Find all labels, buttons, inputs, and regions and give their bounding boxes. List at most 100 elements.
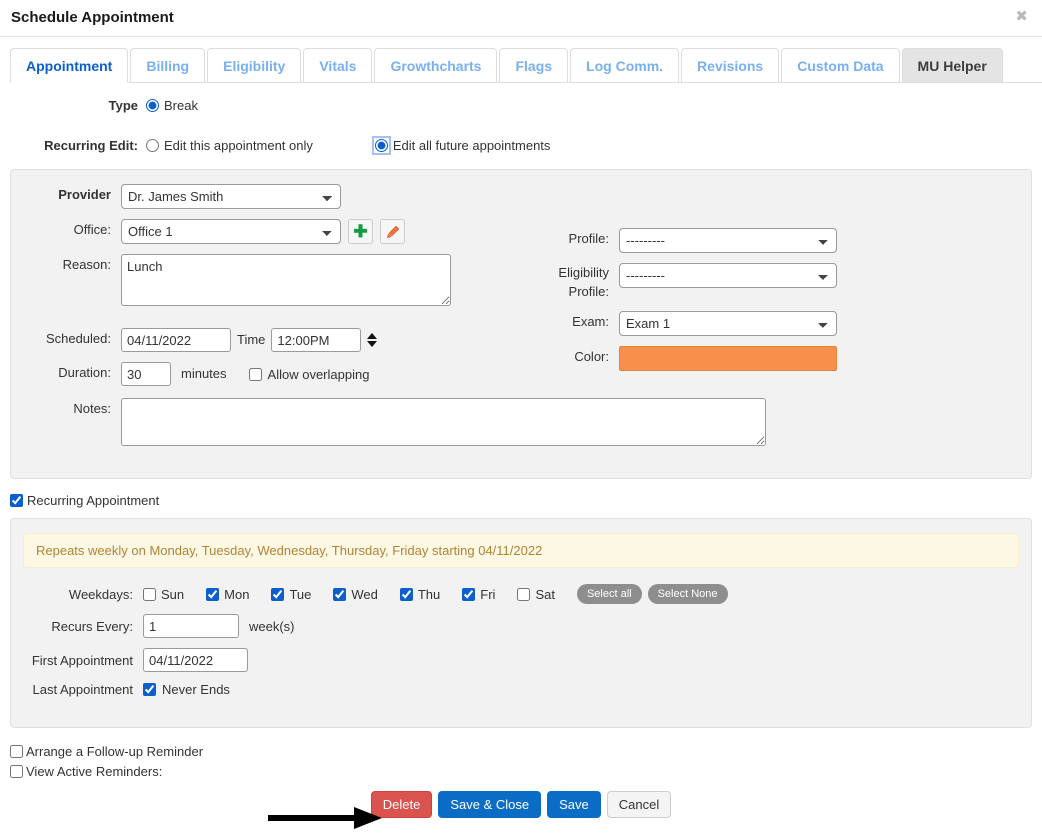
tab-mu-helper[interactable]: MU Helper — [901, 48, 1003, 83]
never-ends-label: Never Ends — [162, 682, 230, 697]
weekday-tue[interactable]: Tue — [271, 587, 311, 602]
never-ends-group[interactable]: Never Ends — [143, 682, 230, 697]
allow-overlapping-group[interactable]: Allow overlapping — [248, 362, 370, 386]
type-radio-break[interactable] — [146, 98, 159, 112]
notes-textarea[interactable] — [121, 398, 766, 446]
notes-row: Notes: — [11, 398, 1031, 446]
recurring-edit-radio-future[interactable] — [371, 135, 391, 155]
office-select[interactable]: Office 1 — [121, 219, 341, 244]
select-all-button[interactable]: Select all — [576, 584, 642, 604]
weekday-label-tue: Tue — [289, 586, 312, 602]
recurring-appointment-checkbox[interactable] — [10, 494, 23, 507]
view-active-reminders-checkbox[interactable] — [10, 765, 23, 778]
weekday-label-thu: Thu — [417, 586, 441, 602]
profile-select[interactable]: --------- — [619, 228, 837, 253]
recurring-edit-option-this[interactable]: Edit this appointment only — [146, 138, 313, 153]
exam-select[interactable]: Exam 1 — [619, 311, 837, 336]
weekday-checkbox-wed[interactable] — [333, 587, 347, 601]
weekday-checkbox-tue[interactable] — [271, 587, 285, 601]
close-icon[interactable]: ✖ — [1015, 9, 1028, 24]
arrange-followup-checkbox[interactable] — [10, 745, 23, 758]
profile-label: Profile: — [568, 231, 609, 246]
eligibility-profile-label: Eligibility Profile: — [511, 263, 619, 301]
recurs-every-input[interactable] — [143, 614, 239, 638]
time-input[interactable] — [271, 328, 362, 352]
type-option-label: Break — [164, 97, 198, 113]
weekday-checkbox-thu[interactable] — [399, 587, 413, 601]
tab-appointment[interactable]: Appointment — [10, 48, 129, 83]
arrange-followup-group[interactable]: Arrange a Follow-up Reminder — [10, 744, 1032, 759]
spinner-updown-icon[interactable] — [367, 328, 378, 352]
tab-custom-data[interactable]: Custom Data — [781, 48, 900, 83]
notes-label: Notes: — [73, 401, 111, 416]
tab-flags[interactable]: Flags — [499, 48, 569, 83]
recurring-appointment-group[interactable]: Recurring Appointment — [10, 493, 1032, 508]
weekday-thu[interactable]: Thu — [399, 586, 441, 602]
recurring-appointment-label: Recurring Appointment — [27, 493, 160, 508]
provider-select[interactable]: Dr. James Smith — [121, 184, 341, 209]
edit-office-button[interactable] — [380, 219, 405, 244]
weekday-label-wed: Wed — [351, 586, 378, 602]
weekday-mon[interactable]: Mon — [206, 587, 249, 602]
delete-button[interactable]: Delete — [370, 791, 433, 818]
appointment-right-column: Profile: --------- Eligibility Profile: … — [511, 228, 941, 381]
tab-revisions[interactable]: Revisions — [681, 48, 780, 83]
cancel-button[interactable]: Cancel — [606, 791, 672, 818]
scheduled-label: Scheduled: — [45, 331, 111, 346]
office-label: Office: — [73, 222, 111, 237]
dialog-button-bar: Delete Save & Close Save Cancel — [10, 791, 1032, 818]
first-appointment-input[interactable] — [143, 648, 248, 672]
scheduled-date-input[interactable] — [121, 328, 231, 352]
recurrence-summary-alert: Repeats weekly on Monday, Tuesday, Wedne… — [23, 533, 1019, 568]
save-and-close-button[interactable]: Save & Close — [438, 791, 542, 818]
arrange-followup-label: Arrange a Follow-up Reminder — [26, 744, 204, 759]
weekday-checkbox-sat[interactable] — [517, 587, 531, 601]
weekday-label-sun: Sun — [161, 586, 185, 602]
weekday-wed[interactable]: Wed — [333, 587, 378, 602]
profile-row: Profile: --------- — [511, 228, 941, 253]
tab-billing[interactable]: Billing — [130, 48, 206, 83]
weekday-sat[interactable]: Sat — [517, 587, 555, 602]
last-appointment-label: Last Appointment — [32, 682, 133, 697]
weekday-sun[interactable]: Sun — [143, 587, 184, 602]
color-label: Color: — [574, 349, 609, 364]
reason-textarea[interactable]: Lunch — [121, 254, 451, 306]
pencil-icon — [386, 225, 399, 238]
recurring-edit-option-future[interactable]: Edit all future appointments — [371, 135, 550, 155]
type-option-break[interactable]: Break — [146, 98, 198, 113]
tab-eligibility[interactable]: Eligibility — [207, 48, 302, 83]
view-active-reminders-label: View Active Reminders: — [26, 764, 163, 779]
tab-log-comm[interactable]: Log Comm. — [570, 48, 680, 83]
allow-overlapping-label: Allow overlapping — [267, 366, 370, 382]
color-swatch[interactable] — [619, 346, 837, 371]
weekday-fri[interactable]: Fri — [462, 587, 495, 602]
add-office-button[interactable]: ✚ — [348, 219, 373, 244]
allow-overlapping-checkbox[interactable] — [248, 367, 262, 381]
recurs-every-unit-label: week(s) — [249, 618, 295, 634]
exam-label: Exam: — [572, 314, 609, 329]
recurs-every-label: Recurs Every: — [51, 618, 133, 634]
tab-growthcharts[interactable]: Growthcharts — [374, 48, 498, 83]
never-ends-checkbox[interactable] — [143, 683, 156, 696]
color-row: Color: — [511, 346, 941, 371]
weekday-checkbox-mon[interactable] — [206, 587, 220, 601]
spinner-up-icon[interactable] — [367, 333, 378, 339]
weekdays-row: Weekdays: Sun Mon Tue Wed Thu Fri Sat Select a… — [23, 584, 1019, 604]
duration-input[interactable] — [121, 362, 171, 386]
weekday-label-fri: Fri — [480, 586, 496, 602]
time-label: Time — [237, 332, 266, 347]
eligibility-profile-select[interactable]: --------- — [619, 263, 837, 288]
weekday-checkbox-fri[interactable] — [462, 587, 476, 601]
type-label: Type — [108, 97, 138, 113]
tab-vitals[interactable]: Vitals — [303, 48, 373, 83]
view-active-reminders-group[interactable]: View Active Reminders: — [10, 764, 1032, 779]
last-appointment-row: Last Appointment Never Ends — [23, 682, 1019, 697]
save-button[interactable]: Save — [547, 791, 601, 818]
weekday-checkbox-sun[interactable] — [143, 587, 156, 601]
duration-label: Duration: — [58, 365, 111, 380]
reminder-options: Arrange a Follow-up Reminder View Active… — [10, 744, 1032, 779]
spinner-down-icon[interactable] — [367, 341, 378, 347]
tab-bar: Appointment Billing Eligibility Vitals Growt… — [0, 37, 1042, 83]
recurring-edit-radio-this[interactable] — [146, 138, 159, 152]
select-none-button[interactable]: Select None — [647, 584, 728, 604]
